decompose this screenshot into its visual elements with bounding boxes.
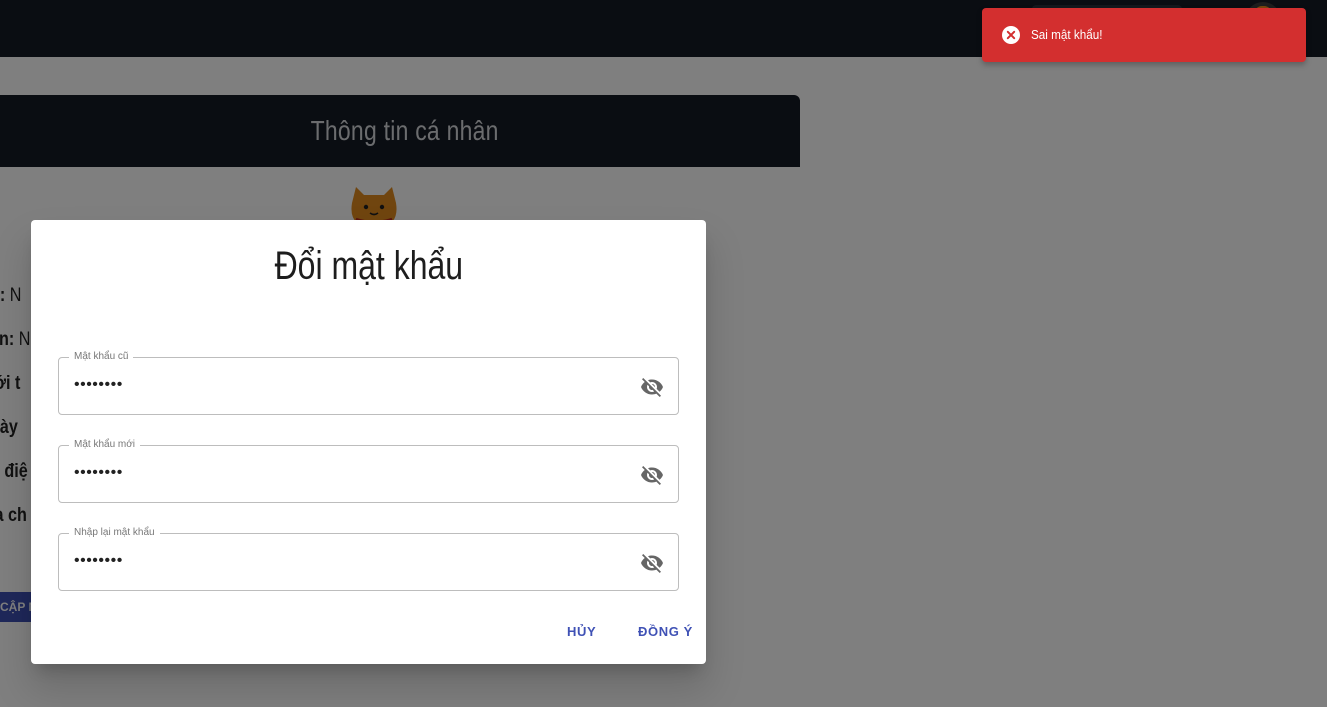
confirm-password-label: Nhập lại mật khẩu (69, 526, 160, 540)
new-password-field[interactable]: Mật khẩu mới •••••••• (58, 438, 679, 503)
old-password-input[interactable]: •••••••• (74, 376, 123, 394)
new-password-label: Mật khẩu mới (69, 438, 141, 452)
error-circle-icon (1002, 26, 1020, 44)
toast-message: Sai mật khẩu! (1031, 27, 1103, 42)
visibility-off-icon[interactable] (640, 375, 664, 399)
change-password-dialog: Đổi mật khẩu Mật khẩu cũ •••••••• Mật kh… (31, 220, 706, 664)
confirm-password-field[interactable]: Nhập lại mật khẩu •••••••• (58, 526, 679, 591)
cancel-button[interactable]: HỦY (567, 624, 596, 639)
confirm-button[interactable]: ĐỒNG Ý (638, 624, 693, 639)
old-password-field[interactable]: Mật khẩu cũ •••••••• (58, 350, 679, 415)
visibility-off-icon[interactable] (640, 463, 664, 487)
new-password-input[interactable]: •••••••• (74, 464, 123, 482)
visibility-off-icon[interactable] (640, 551, 664, 575)
dialog-title: Đổi mật khẩu (274, 244, 463, 288)
old-password-label: Mật khẩu cũ (69, 350, 134, 364)
error-toast[interactable]: Sai mật khẩu! (982, 8, 1306, 62)
confirm-password-input[interactable]: •••••••• (74, 552, 123, 570)
